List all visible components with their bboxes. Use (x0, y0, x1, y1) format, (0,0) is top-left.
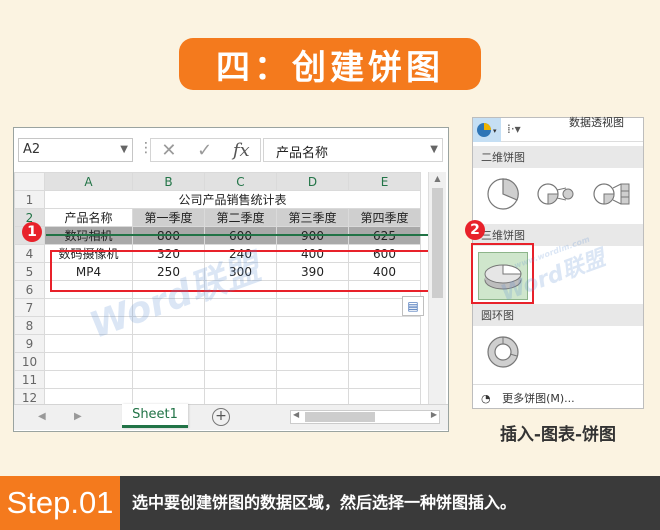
formula-value: 产品名称 (276, 146, 329, 161)
column-header[interactable]: C (204, 172, 277, 191)
empty-cell[interactable] (276, 352, 349, 371)
header-cell[interactable]: 第三季度 (276, 208, 349, 227)
row-header[interactable]: 11 (14, 370, 45, 389)
tab-prev-icon[interactable]: ◀ (38, 411, 46, 422)
footer-bar: Step.01 选中要创建饼图的数据区域，然后选择一种饼图插入。 (0, 476, 660, 530)
header-cell[interactable]: 产品名称 (44, 208, 133, 227)
row-header[interactable]: 5 (14, 262, 45, 281)
column-header[interactable]: A (44, 172, 133, 191)
scroll-thumb[interactable] (432, 188, 443, 298)
row-header[interactable]: 4 (14, 244, 45, 263)
pie-small-icon: ◔ (481, 392, 491, 405)
caption: 插入-图表-饼图 (499, 425, 617, 445)
chevron-down-icon[interactable]: ▼ (120, 144, 128, 155)
quick-analysis-icon[interactable]: ▤ (402, 296, 424, 316)
name-box[interactable]: A2 ▼ (18, 138, 133, 162)
pie-of-pie-icon (537, 183, 574, 205)
empty-cell[interactable] (348, 334, 421, 353)
empty-cell[interactable] (348, 352, 421, 371)
empty-cell[interactable] (204, 316, 277, 335)
pie-chart-button[interactable]: ▾ (473, 118, 501, 142)
empty-cell[interactable] (204, 334, 277, 353)
empty-cell[interactable] (348, 370, 421, 389)
step-instruction: 选中要创建饼图的数据区域，然后选择一种饼图插入。 (132, 493, 517, 512)
empty-cell[interactable] (132, 370, 205, 389)
panel-toolbar: ▾ ⁞·▾ 数据透视图 (473, 116, 643, 142)
empty-cell[interactable] (204, 370, 277, 389)
bar-of-pie-icon (593, 183, 630, 205)
svg-text:▾: ▾ (493, 127, 497, 135)
row-header[interactable]: 7 (14, 298, 45, 317)
pie-of-pie-option[interactable] (535, 174, 575, 214)
cancel-icon[interactable]: ✕ (161, 140, 176, 161)
formula-input[interactable]: 产品名称 ▼ (263, 138, 443, 162)
tab-next-icon[interactable]: ▶ (74, 411, 82, 422)
header-cell[interactable]: 第二季度 (204, 208, 277, 227)
name-box-value: A2 (23, 142, 41, 157)
section-donut: 圆环图 (473, 304, 643, 326)
step-label: Step.01 (0, 476, 120, 530)
column-header[interactable]: B (132, 172, 205, 191)
more-pie-charts[interactable]: ◔ 更多饼图(M)... (473, 384, 643, 408)
empty-cell[interactable] (348, 316, 421, 335)
empty-cell[interactable] (132, 334, 205, 353)
pie-2d-option[interactable] (483, 174, 523, 214)
scroll-left-icon[interactable]: ◀ (293, 410, 299, 419)
empty-cell[interactable] (276, 370, 349, 389)
scroll-thumb[interactable] (305, 412, 375, 422)
column-header[interactable]: D (276, 172, 349, 191)
empty-cell[interactable] (44, 352, 133, 371)
row-header[interactable]: 8 (14, 316, 45, 335)
empty-cell[interactable] (132, 352, 205, 371)
scatter-chart-icon[interactable]: ⁞·▾ (507, 122, 521, 136)
sheet-tabs-bar: ◀ ▶ Sheet1 + ◀ ▶ (14, 404, 448, 430)
check-icon[interactable]: ✓ (197, 140, 212, 161)
table-title-cell[interactable]: 公司产品销售统计表 (44, 190, 421, 209)
selection-top-border (46, 234, 438, 236)
empty-cell[interactable] (44, 370, 133, 389)
column-header[interactable]: E (348, 172, 421, 191)
chevron-down-icon[interactable]: ▼ (430, 144, 438, 155)
row-header[interactable]: 10 (14, 352, 45, 371)
bar-of-pie-option[interactable] (591, 174, 631, 214)
tab-sheet1[interactable]: Sheet1 (122, 404, 188, 428)
row-header[interactable]: 9 (14, 334, 45, 353)
row-header[interactable]: 1 (14, 190, 45, 209)
pie-2d-icon (487, 178, 519, 210)
step-badge-2: 2 (465, 220, 485, 240)
pivot-chart-label[interactable]: 数据透视图 (569, 114, 624, 130)
row-header[interactable]: 6 (14, 280, 45, 299)
function-icon[interactable]: fx (233, 140, 250, 161)
select-all-corner[interactable] (14, 172, 45, 191)
formula-bar: A2 ▼ ⋮ ✕ ✓ fx 产品名称 ▼ (14, 138, 448, 164)
donut-icon (487, 336, 519, 368)
empty-cell[interactable] (276, 298, 349, 317)
empty-cell[interactable] (276, 334, 349, 353)
horizontal-scrollbar[interactable]: ◀ ▶ (290, 410, 440, 424)
donut-option[interactable] (483, 332, 523, 372)
empty-cell[interactable] (204, 352, 277, 371)
header-cell[interactable]: 第一季度 (132, 208, 205, 227)
add-sheet-icon[interactable]: + (212, 408, 230, 426)
section-2d-pie: 二维饼图 (473, 146, 643, 168)
more-pie-label: 更多饼图(M)... (502, 392, 575, 405)
step-badge-1: 1 (22, 222, 42, 242)
title-banner: 四：创建饼图 (179, 38, 481, 90)
scroll-up-icon[interactable]: ▲ (429, 172, 446, 186)
empty-cell[interactable] (276, 316, 349, 335)
vertical-scrollbar[interactable]: ▲ (428, 172, 446, 404)
scroll-right-icon[interactable]: ▶ (431, 410, 437, 419)
header-cell[interactable]: 第四季度 (348, 208, 421, 227)
formula-buttons: ✕ ✓ fx (150, 138, 261, 162)
pie-chart-icon: ▾ (477, 123, 497, 137)
